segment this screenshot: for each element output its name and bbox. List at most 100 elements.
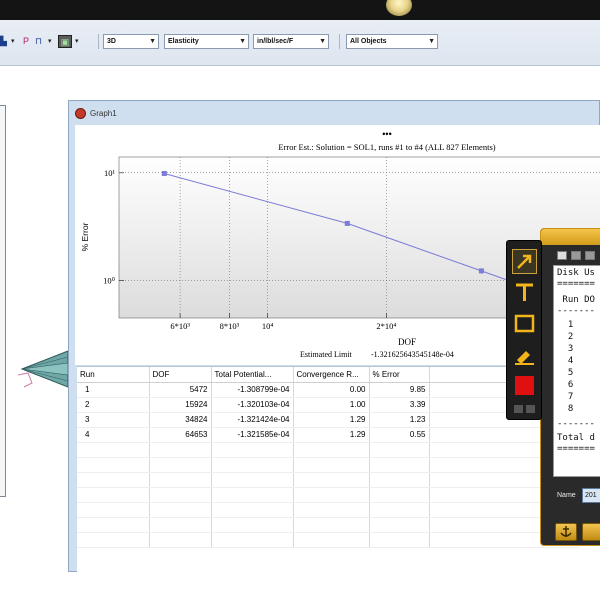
console-line: 8 [557,404,574,414]
console-line: 3 [557,344,574,354]
annotation-toolbox[interactable] [506,240,542,420]
rectangle-tool-icon[interactable] [512,311,537,336]
y-tick-label: 10⁰ [103,276,116,286]
chevron-down-icon[interactable]: ▾ [75,35,81,48]
name-label: Name [557,492,576,499]
model-tree-panel[interactable] [0,105,6,497]
table-row [77,517,579,533]
chevron-down-icon[interactable]: ▾ [48,35,54,48]
print-icon[interactable]: P [23,35,29,48]
dialog-action-button[interactable] [582,523,600,541]
cell-run: 2 [77,397,150,413]
object-filter-value: All Objects [350,38,387,45]
mesh-model-fragment[interactable] [18,345,72,397]
cell-run: 1 [77,382,150,398]
cell-percent-error: 9.85 [369,382,430,398]
table-row[interactable]: 4 64653 -1.321585e-04 1.29 0.55 [77,427,579,443]
data-point [478,268,484,274]
name-field[interactable]: 201 [582,488,600,503]
console-line: 4 [557,356,574,366]
console-line: Run DO [557,295,595,305]
y-tick-label: 10¹ [104,168,116,178]
cell-percent-error: 0.55 [369,427,430,443]
units-select[interactable]: in/lbl/sec/F ▼ [253,34,329,49]
anchor-icon [560,526,572,537]
chevron-down-icon: ▼ [428,38,435,45]
cut-icon[interactable] [571,251,581,260]
column-header-percent-error[interactable]: % Error [369,367,430,383]
column-header-run[interactable]: Run [77,367,150,383]
table-row[interactable]: 3 34824 -1.321424e-04 1.29 1.23 [77,412,579,428]
view-mode-select[interactable]: 3D ▼ [103,34,159,49]
column-header-convergence[interactable]: Convergence R... [293,367,370,383]
console-line: ------- [557,419,595,429]
y-axis-label: % Error [80,222,90,251]
console-line: ======= [557,279,595,289]
estimated-limit-label: Estimated Limit [300,350,353,359]
select-icon[interactable]: ▙ [0,35,7,48]
highlighter-tool-icon[interactable] [512,342,537,367]
estimated-limit-value: -1.321625643545148e-04 [371,350,454,359]
chart-title: Error Est.: Solution = SOL1, runs #1 to … [278,142,495,152]
view-mode-value: 3D [107,38,116,45]
cell-total-potential: -1.321585e-04 [211,427,294,443]
chart-dots: ••• [382,129,391,139]
copy-icon[interactable] [585,251,595,260]
cell-total-potential: -1.308799e-04 [211,382,294,398]
console-line: Disk Us [557,268,595,278]
table-row [77,472,579,488]
column-header-dof[interactable]: DOF [149,367,212,383]
table-row [77,457,579,473]
table-row[interactable]: 2 15924 -1.320103e-04 1.00 3.39 [77,397,579,413]
color-swatch-red[interactable] [512,373,537,398]
x-tick-label: 6*10³ [170,321,190,331]
cell-dof: 5472 [149,382,212,398]
table-row [77,532,579,548]
arrow-tool-icon[interactable] [512,249,537,274]
console-line: 6 [557,380,574,390]
console-output[interactable]: Disk Us ======= Run DO ------- 1 2 3 4 5… [553,265,600,477]
console-line: ======= [557,444,595,454]
table-row [77,442,579,458]
column-header-total-potential[interactable]: Total Potential... [211,367,294,383]
cell-total-potential: -1.320103e-04 [211,397,294,413]
cell-convergence: 1.29 [293,412,370,428]
dialog-action-button[interactable] [555,523,577,541]
toolbox-footer-icons[interactable] [512,403,537,415]
cell-convergence: 1.29 [293,427,370,443]
cell-run: 3 [77,412,150,428]
object-filter-select[interactable]: All Objects ▼ [346,34,438,49]
chevron-down-icon: ▼ [319,38,326,45]
console-line: 5 [557,368,574,378]
table-row [77,502,579,518]
x-tick-label: 10⁴ [262,321,274,331]
cell-total-potential: -1.321424e-04 [211,412,294,428]
graph-window-icon [75,108,86,119]
console-line: ------- [557,306,595,316]
save-icon[interactable] [557,251,567,260]
chevron-down-icon: ▼ [239,38,246,45]
console-line: Total d [557,433,595,443]
chevron-down-icon[interactable]: ▾ [11,35,17,48]
results-table[interactable]: Run DOF Total Potential... Convergence R… [77,367,579,548]
table-row[interactable]: 1 5472 -1.308799e-04 0.00 9.85 [77,382,579,398]
main-toolbar: ▙ ▾ P ⊓ ▾ ▣ ▾ 3D ▼ Elasticity ▼ in/lbl/sec… [0,20,600,66]
cell-dof: 34824 [149,412,212,428]
dialog-titlebar[interactable] [541,229,600,245]
cell-convergence: 0.00 [293,382,370,398]
console-line: 7 [557,392,574,402]
console-line: 1 [557,320,574,330]
chevron-down-icon: ▼ [149,38,156,45]
export-icon[interactable]: ⊓ [35,35,42,48]
units-value: in/lbl/sec/F [257,38,294,45]
cell-dof: 15924 [149,397,212,413]
x-axis-label: DOF [398,337,416,347]
cell-dof: 64653 [149,427,212,443]
text-tool-icon[interactable] [512,280,537,305]
graph-window-title: Graph1 [90,109,117,118]
camera-icon[interactable]: ▣ [58,35,72,48]
cell-convergence: 1.00 [293,397,370,413]
table-row [77,487,579,503]
result-type-select[interactable]: Elasticity ▼ [164,34,249,49]
data-point [344,220,350,226]
